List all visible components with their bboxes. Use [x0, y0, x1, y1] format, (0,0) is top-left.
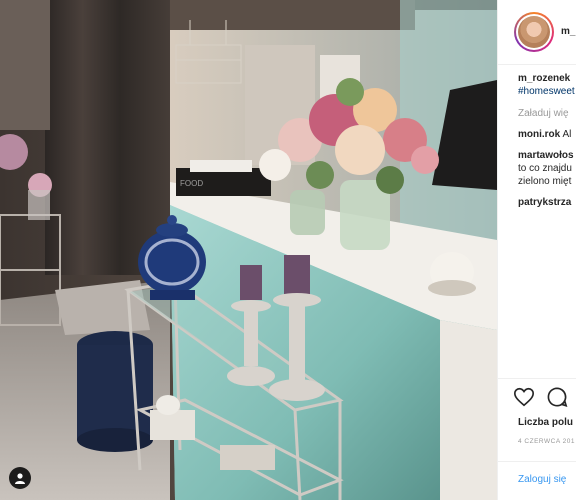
post-sidebar: m_ m_rozenek #homesweet Załaduj wię moni…	[497, 0, 576, 500]
likes-count[interactable]: Liczba polu	[518, 417, 573, 428]
post-date: 4 CZERWCA 201	[518, 438, 575, 445]
post-actions: Liczba polu 4 CZERWCA 201 Zaloguj się	[498, 378, 576, 500]
login-link[interactable]: Zaloguj się	[518, 474, 566, 485]
comment-item: moni.rok Al	[518, 128, 576, 141]
avatar[interactable]	[514, 12, 554, 52]
comment-username[interactable]: moni.rok	[518, 129, 560, 140]
comment-item: patrykstrza	[518, 196, 576, 209]
header-username[interactable]: m_	[561, 26, 575, 37]
heart-icon[interactable]	[513, 386, 535, 408]
post-header: m_	[498, 0, 576, 65]
login-bar: Zaloguj się	[498, 461, 576, 500]
caption-hashtag[interactable]: #homesweet	[518, 85, 576, 98]
comments-list: m_rozenek #homesweet Załaduj wię moni.ro…	[518, 72, 576, 209]
comment-text: to co znajdu	[518, 163, 572, 174]
avatar-photo	[518, 16, 550, 48]
comment-text: Al	[562, 129, 572, 140]
tagged-user-icon[interactable]	[9, 467, 31, 489]
comment-username[interactable]: martawołos	[518, 150, 574, 161]
comment-icon[interactable]	[546, 386, 568, 408]
post-photo[interactable]: FOOD	[0, 0, 497, 500]
comment-text: zielono mięt	[518, 176, 572, 187]
svg-text:FOOD: FOOD	[180, 179, 203, 188]
comment-item: martawołos to co znajdu zielono mięt	[518, 149, 576, 188]
avatar-image	[516, 14, 552, 50]
comment-username[interactable]: patrykstrza	[518, 197, 571, 208]
login-prompt: Zaloguj się	[518, 474, 566, 485]
load-more-comments[interactable]: Załaduj wię	[518, 107, 576, 120]
caption-username[interactable]: m_rozenek	[518, 73, 570, 84]
